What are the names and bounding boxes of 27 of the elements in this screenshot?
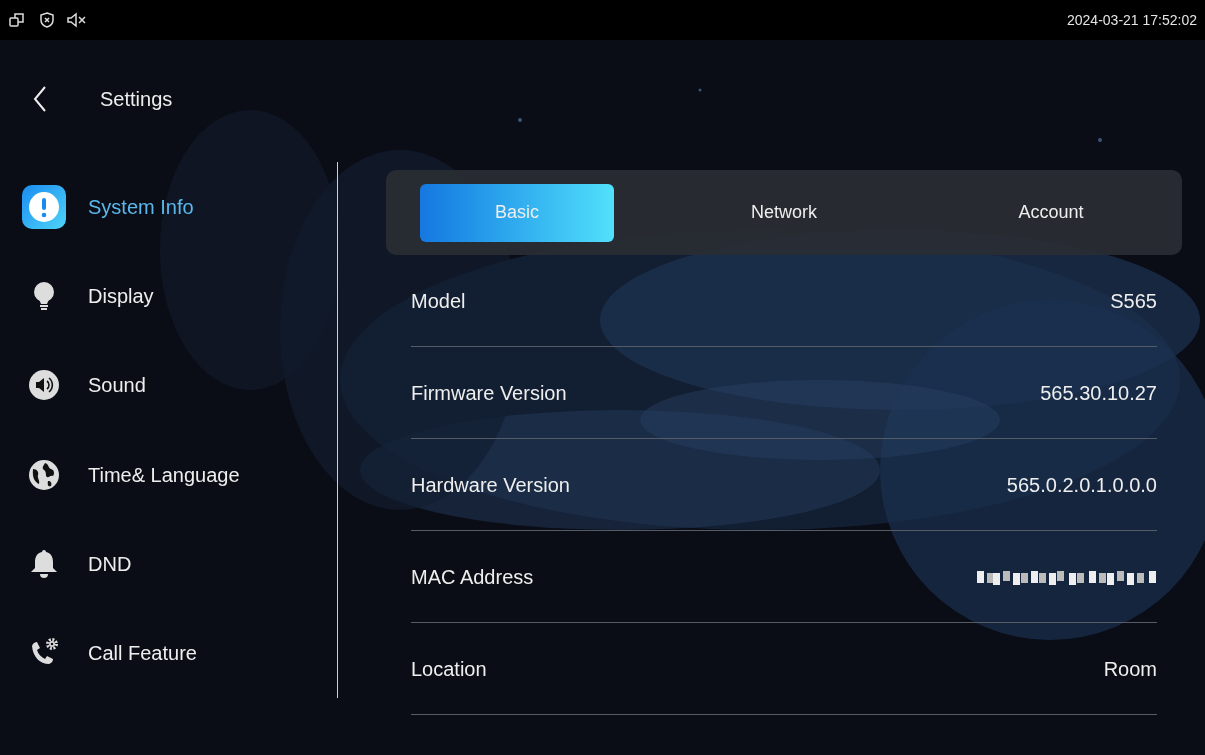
row-label: Location [411,656,487,682]
row-label: Firmware Version [411,380,567,406]
sidebar-item[interactable]: System Info [0,162,337,252]
row-value: 565.30.10.27 [1040,380,1157,406]
windows-icon [8,11,26,29]
row-label: MAC Address [411,564,534,590]
globe-icon [28,458,60,491]
bulb-icon [31,280,57,312]
row-label: Hardware Version [411,472,570,498]
sidebar-item[interactable]: Time& Language [0,430,337,520]
row-value: S565 [1110,288,1157,314]
tab[interactable]: Account [954,183,1148,242]
clock: 2024-03-21 17:52:02 [1067,10,1197,30]
mute-icon [66,11,88,29]
sidebar-item[interactable]: Call Feature [0,608,337,698]
page-title: Settings [100,87,173,112]
sidebar-item[interactable]: Display [0,251,337,341]
sidebar-item[interactable]: DND [0,519,337,609]
shield-icon [38,11,56,29]
row-value: Room [1103,656,1157,682]
back-icon[interactable] [32,85,48,113]
tab[interactable]: Network [687,183,881,242]
row-value: 565.0.2.0.1.0.0.0 [1006,472,1157,498]
speaker-icon [28,369,60,402]
row-label: Model [411,288,466,314]
info-icon [22,184,66,229]
sidebar-item[interactable]: Sound [0,340,337,430]
